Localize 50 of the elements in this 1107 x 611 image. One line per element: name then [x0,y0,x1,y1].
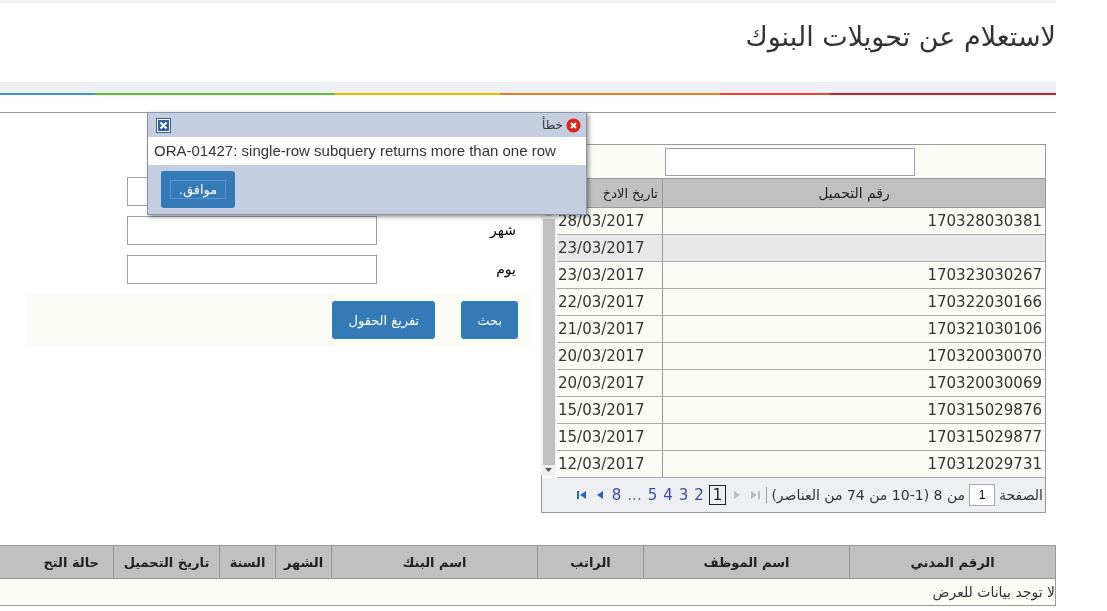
field-label: شهر [490,222,516,238]
filter-field[interactable] [665,147,915,176]
error-message: ORA-01427: single-row subquery returns more than one row [148,137,586,165]
table-cell[interactable]: 170328030381 [662,208,1045,234]
field-label: يوم [496,261,516,277]
table-cell[interactable]: 170321030106 [662,316,1045,342]
table-cell[interactable]: 170315029876 [662,397,1045,423]
scroll-thumb[interactable] [542,219,555,465]
page-link[interactable]: 2 [693,486,705,504]
table-cell[interactable]: 12/03/2017 [557,451,662,477]
error-icon[interactable] [566,117,581,133]
first-page-icon[interactable] [574,488,589,502]
table-cell[interactable] [662,235,1045,261]
table-cell[interactable]: 170312029731 [662,451,1045,477]
table-cell[interactable]: 28/03/2017 [557,208,662,234]
page-link[interactable]: 1 [708,485,727,505]
table-cell[interactable]: 20/03/2017 [557,370,662,396]
page-link[interactable]: 8 [610,486,623,504]
table-cell[interactable]: 170322030166 [662,289,1045,315]
table-cell[interactable]: 20/03/2017 [557,343,662,369]
page-link[interactable]: 5 [646,486,659,504]
empty-message: لا توجد بيانات للعرض [932,584,1055,600]
table-cell[interactable]: 170323030267 [662,262,1045,288]
table-cell[interactable]: 170320030069 [662,370,1045,396]
action-button[interactable]: تفريغ الحقول [332,301,436,339]
table-cell[interactable]: 170315029877 [662,424,1045,450]
table-cell[interactable]: 15/03/2017 [557,424,662,450]
table-cell[interactable]: 23/03/2017 [557,235,662,261]
page-link[interactable]: 3 [677,486,690,504]
page-title: لاستعلام عن تحويلات البنوك [744,20,1056,54]
page-link[interactable]: 4 [662,486,674,504]
pager-summary: من 8 (1-10 من 74 من العناصر) [771,487,966,503]
action-button[interactable]: بحث [461,301,518,339]
page-label: الصفحة [999,487,1043,503]
table-cell[interactable]: 23/03/2017 [557,262,662,288]
table-cell[interactable]: 15/03/2017 [557,397,662,423]
column-header[interactable]: حالة التح [0,546,113,578]
ok-button[interactable]: موافق. [161,171,235,208]
dialog-title: خطأ [542,118,563,132]
input-field[interactable] [127,216,377,245]
column-header[interactable]: رقم التحميل [662,179,1045,207]
table-cell[interactable]: 22/03/2017 [557,289,662,315]
table-cell[interactable]: 21/03/2017 [557,316,662,342]
input-field[interactable] [127,255,377,284]
pager-ellipsis[interactable]: ... [626,486,643,504]
close-icon[interactable] [156,117,171,133]
table-cell[interactable]: 170320030070 [662,343,1045,369]
page-field[interactable]: 1 [969,484,996,506]
last-page-icon[interactable] [748,488,763,502]
pager-separator [766,487,768,503]
